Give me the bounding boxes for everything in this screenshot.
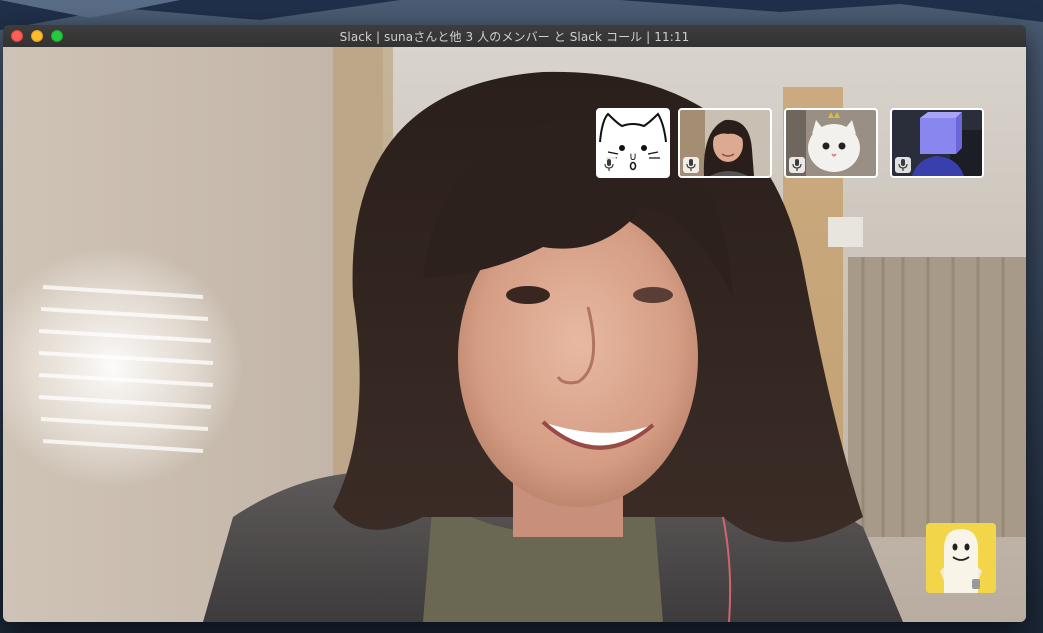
svg-text:∪: ∪ (629, 150, 637, 163)
participant-thumbnail-blue-cube[interactable] (890, 108, 984, 178)
zoom-button[interactable] (51, 30, 63, 42)
ghost-avatar (926, 523, 996, 593)
close-button[interactable] (11, 30, 23, 42)
minimize-button[interactable] (31, 30, 43, 42)
participant-thumbnail-cat-drawing[interactable]: ∪ (596, 108, 670, 178)
call-window: Slack | sunaさんと他 3 人のメンバー と Slack コール | … (3, 25, 1026, 622)
title-bar[interactable]: Slack | sunaさんと他 3 人のメンバー と Slack コール | … (3, 25, 1026, 48)
self-view-video[interactable] (926, 523, 996, 593)
video-area: ∪ (3, 47, 1026, 622)
microphone-icon (895, 157, 911, 173)
window-title: Slack | sunaさんと他 3 人のメンバー と Slack コール | … (339, 29, 690, 44)
microphone-icon (683, 157, 699, 173)
microphone-icon (601, 157, 617, 173)
participant-thumbnail-woman[interactable] (678, 108, 772, 178)
participant-thumbnail-white-cat[interactable] (784, 108, 878, 178)
microphone-icon (789, 157, 805, 173)
